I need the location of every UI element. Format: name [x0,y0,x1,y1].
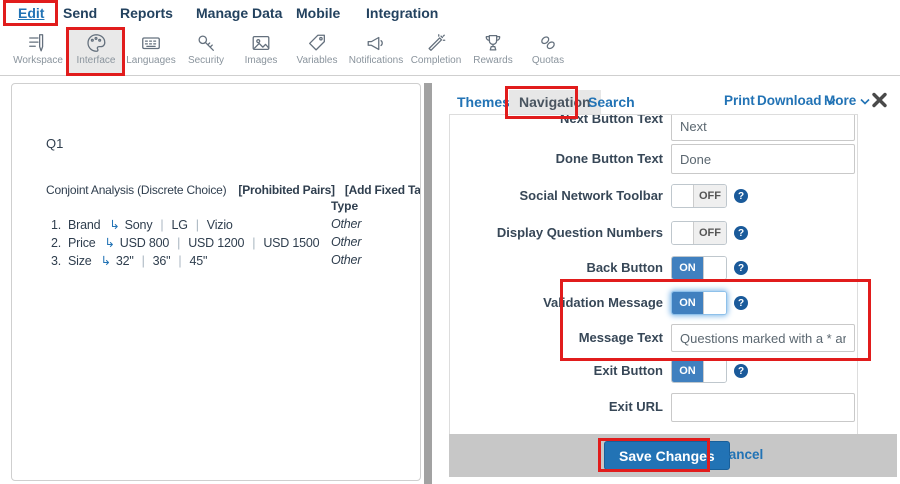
branch-arrow-icon: ↳ [105,236,115,250]
menu-integration[interactable]: Integration [366,5,438,21]
toolbar-item-completion[interactable]: Completion [407,28,465,75]
question-number: Q1 [46,136,63,151]
branch-arrow-icon: ↳ [109,218,119,232]
menu-mobile[interactable]: Mobile [296,5,340,21]
toolbar-item-quotas[interactable]: Quotas [519,28,577,75]
key-icon [195,32,217,54]
edit-toolbar: Workspace Interface Languages Security I… [0,27,900,76]
menu-reports[interactable]: Reports [120,5,173,21]
toolbar-item-interface[interactable]: Interface [67,28,125,75]
menu-send[interactable]: Send [63,5,97,21]
attribute-type: Other [331,253,361,267]
help-icon[interactable]: ? [734,296,748,310]
survey-preview-panel: Q1 Conjoint Analysis (Discrete Choice) [P… [11,83,421,481]
field-label: Message Text [450,331,663,345]
toolbar-label: Rewards [464,55,522,66]
exit-url-input[interactable] [671,393,855,422]
tab-navigation[interactable]: Navigation [509,90,601,116]
type-column-header: Type [331,199,358,213]
menu-edit[interactable]: Edit [18,5,44,21]
toolbar-item-variables[interactable]: Variables [288,28,346,75]
branch-arrow-icon: ↳ [101,254,111,268]
palette-icon [85,32,107,54]
field-label: Exit Button [450,364,663,378]
toolbar-label: Interface [67,55,125,66]
help-icon[interactable]: ? [734,189,748,203]
field-label: Display Question Numbers [450,226,663,240]
field-label: Exit URL [450,400,663,414]
validation-message-toggle[interactable]: ON [671,291,727,315]
question-header: Conjoint Analysis (Discrete Choice) [Proh… [46,183,421,197]
toolbar-label: Notifications [347,55,405,66]
field-label: Validation Message [450,296,663,310]
cancel-link[interactable]: Cancel [719,447,763,462]
tab-themes[interactable]: Themes [457,94,510,110]
attribute-type: Other [331,217,361,231]
preview-scrollbar[interactable] [424,83,432,484]
navigation-settings-form: Next Button Text Done Button Text Social… [449,114,858,434]
more-link[interactable]: More [824,93,870,108]
toolbar-label: Completion [407,55,465,66]
attribute-row: 1.Brand↳Sony|LG|Vizio Other [51,217,420,232]
prohibited-pairs-link[interactable]: [Prohibited Pairs] [238,183,334,197]
field-label: Done Button Text [450,152,663,166]
toolbar-item-languages[interactable]: Languages [122,28,180,75]
toolbar-label: Workspace [9,55,67,66]
menu-manage-data[interactable]: Manage Data [196,5,282,21]
tab-search[interactable]: Search [588,94,635,110]
add-fixed-tasks-link[interactable]: [Add Fixed Tasks] [345,183,421,197]
megaphone-icon [365,32,387,54]
help-icon[interactable]: ? [734,364,748,378]
message-text-input[interactable] [671,324,855,352]
attribute-type: Other [331,235,361,249]
help-icon[interactable]: ? [734,261,748,275]
toolbar-item-workspace[interactable]: Workspace [9,28,67,75]
toolbar-label: Security [177,55,235,66]
close-icon[interactable] [871,92,888,108]
field-label: Social Network Toolbar [450,189,663,203]
social-network-toolbar-toggle[interactable]: OFF [671,184,727,208]
save-changes-button[interactable]: Save Changes [604,441,730,470]
toolbar-label: Images [232,55,290,66]
toolbar-label: Quotas [519,55,577,66]
back-button-toggle[interactable]: ON [671,256,727,280]
field-label: Back Button [450,261,663,275]
print-link[interactable]: Print [724,93,755,108]
attribute-row: 2.Price↳USD 800|USD 1200|USD 1500 Other [51,235,420,250]
help-icon[interactable]: ? [734,226,748,240]
top-menu: Edit Send Reports Manage Data Mobile Int… [0,0,900,27]
done-button-text-input[interactable] [671,144,855,174]
trophy-icon [482,32,504,54]
toolbar-item-images[interactable]: Images [232,28,290,75]
next-button-text-input[interactable] [671,114,855,141]
chevron-down-icon [860,93,870,108]
toolbar-item-rewards[interactable]: Rewards [464,28,522,75]
magic-wand-icon [425,32,447,54]
image-icon [250,32,272,54]
display-question-numbers-toggle[interactable]: OFF [671,221,727,245]
exit-button-toggle[interactable]: ON [671,359,727,383]
field-label: Next Button Text [450,114,663,126]
tag-icon [306,32,328,54]
toolbar-label: Variables [288,55,346,66]
toolbar-label: Languages [122,55,180,66]
keyboard-icon [140,32,162,54]
toolbar-item-notifications[interactable]: Notifications [347,28,405,75]
chain-links-icon [537,32,559,54]
survey-editor-page: Edit Send Reports Manage Data Mobile Int… [0,0,900,484]
pen-list-icon [27,32,49,54]
toolbar-item-security[interactable]: Security [177,28,235,75]
question-type-title: Conjoint Analysis (Discrete Choice) [46,183,226,197]
attribute-row: 3.Size↳32"|36"|45" Other [51,253,420,268]
form-footer: Save Changes Cancel [449,434,897,477]
